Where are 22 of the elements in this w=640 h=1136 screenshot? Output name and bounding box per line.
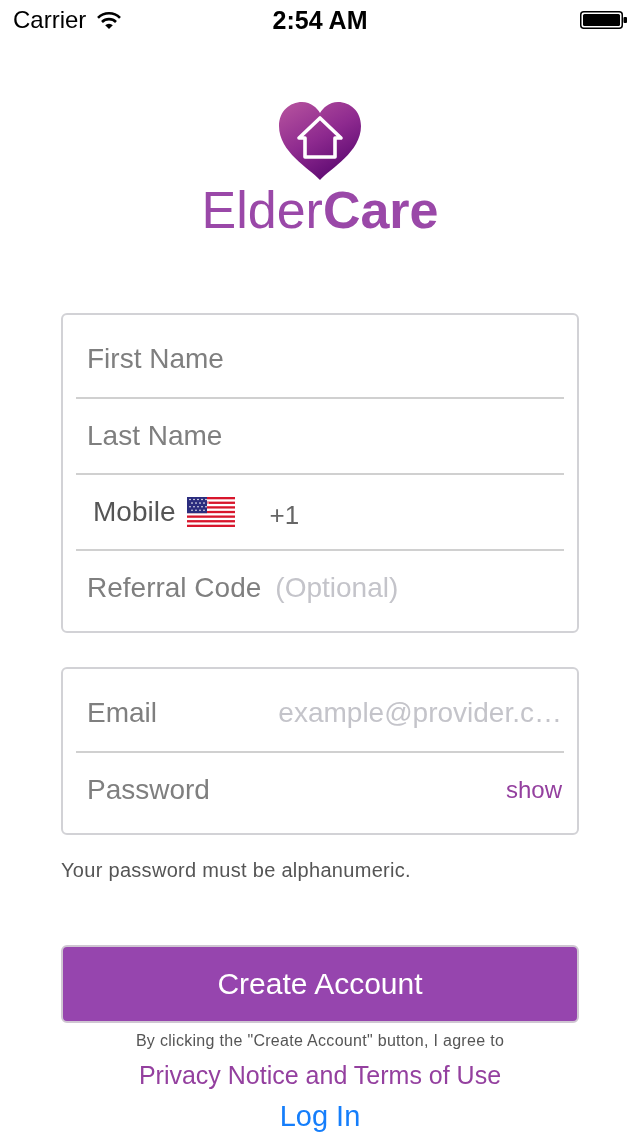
- password-field[interactable]: Password: [87, 770, 506, 810]
- wifi-icon: [97, 11, 122, 29]
- status-time: 2:54 AM: [272, 6, 368, 34]
- text-field[interactable]: (Optional): [275, 568, 562, 608]
- battery-icon: [580, 11, 627, 29]
- mobile-label: Mobile: [93, 495, 176, 529]
- email-field[interactable]: example@provider.c…: [171, 693, 562, 733]
- heart-house-icon: [279, 102, 361, 180]
- terms-text: By clicking the "Create Account" button, I agree to: [135, 1031, 505, 1051]
- logo-wordmark: ElderCare: [201, 180, 439, 240]
- name-field[interactable]: First Name: [87, 339, 562, 379]
- terms-link[interactable]: Privacy Notice and Terms of Use: [138, 1060, 502, 1090]
- carrier-label: Carrier: [13, 6, 87, 34]
- country-code: +1: [269, 499, 300, 532]
- create-account-button[interactable]: Create Account: [61, 945, 579, 1023]
- flag-icon[interactable]: [187, 497, 236, 527]
- field-label: Referral Code: [87, 571, 262, 605]
- log-in-link[interactable]: Log In: [279, 1099, 361, 1133]
- show-password-button[interactable]: show: [505, 775, 562, 805]
- password-hint: Your password must be alphanumeric.: [61, 858, 412, 882]
- name-field[interactable]: Last Name: [87, 416, 562, 456]
- field-label: Email: [87, 696, 157, 730]
